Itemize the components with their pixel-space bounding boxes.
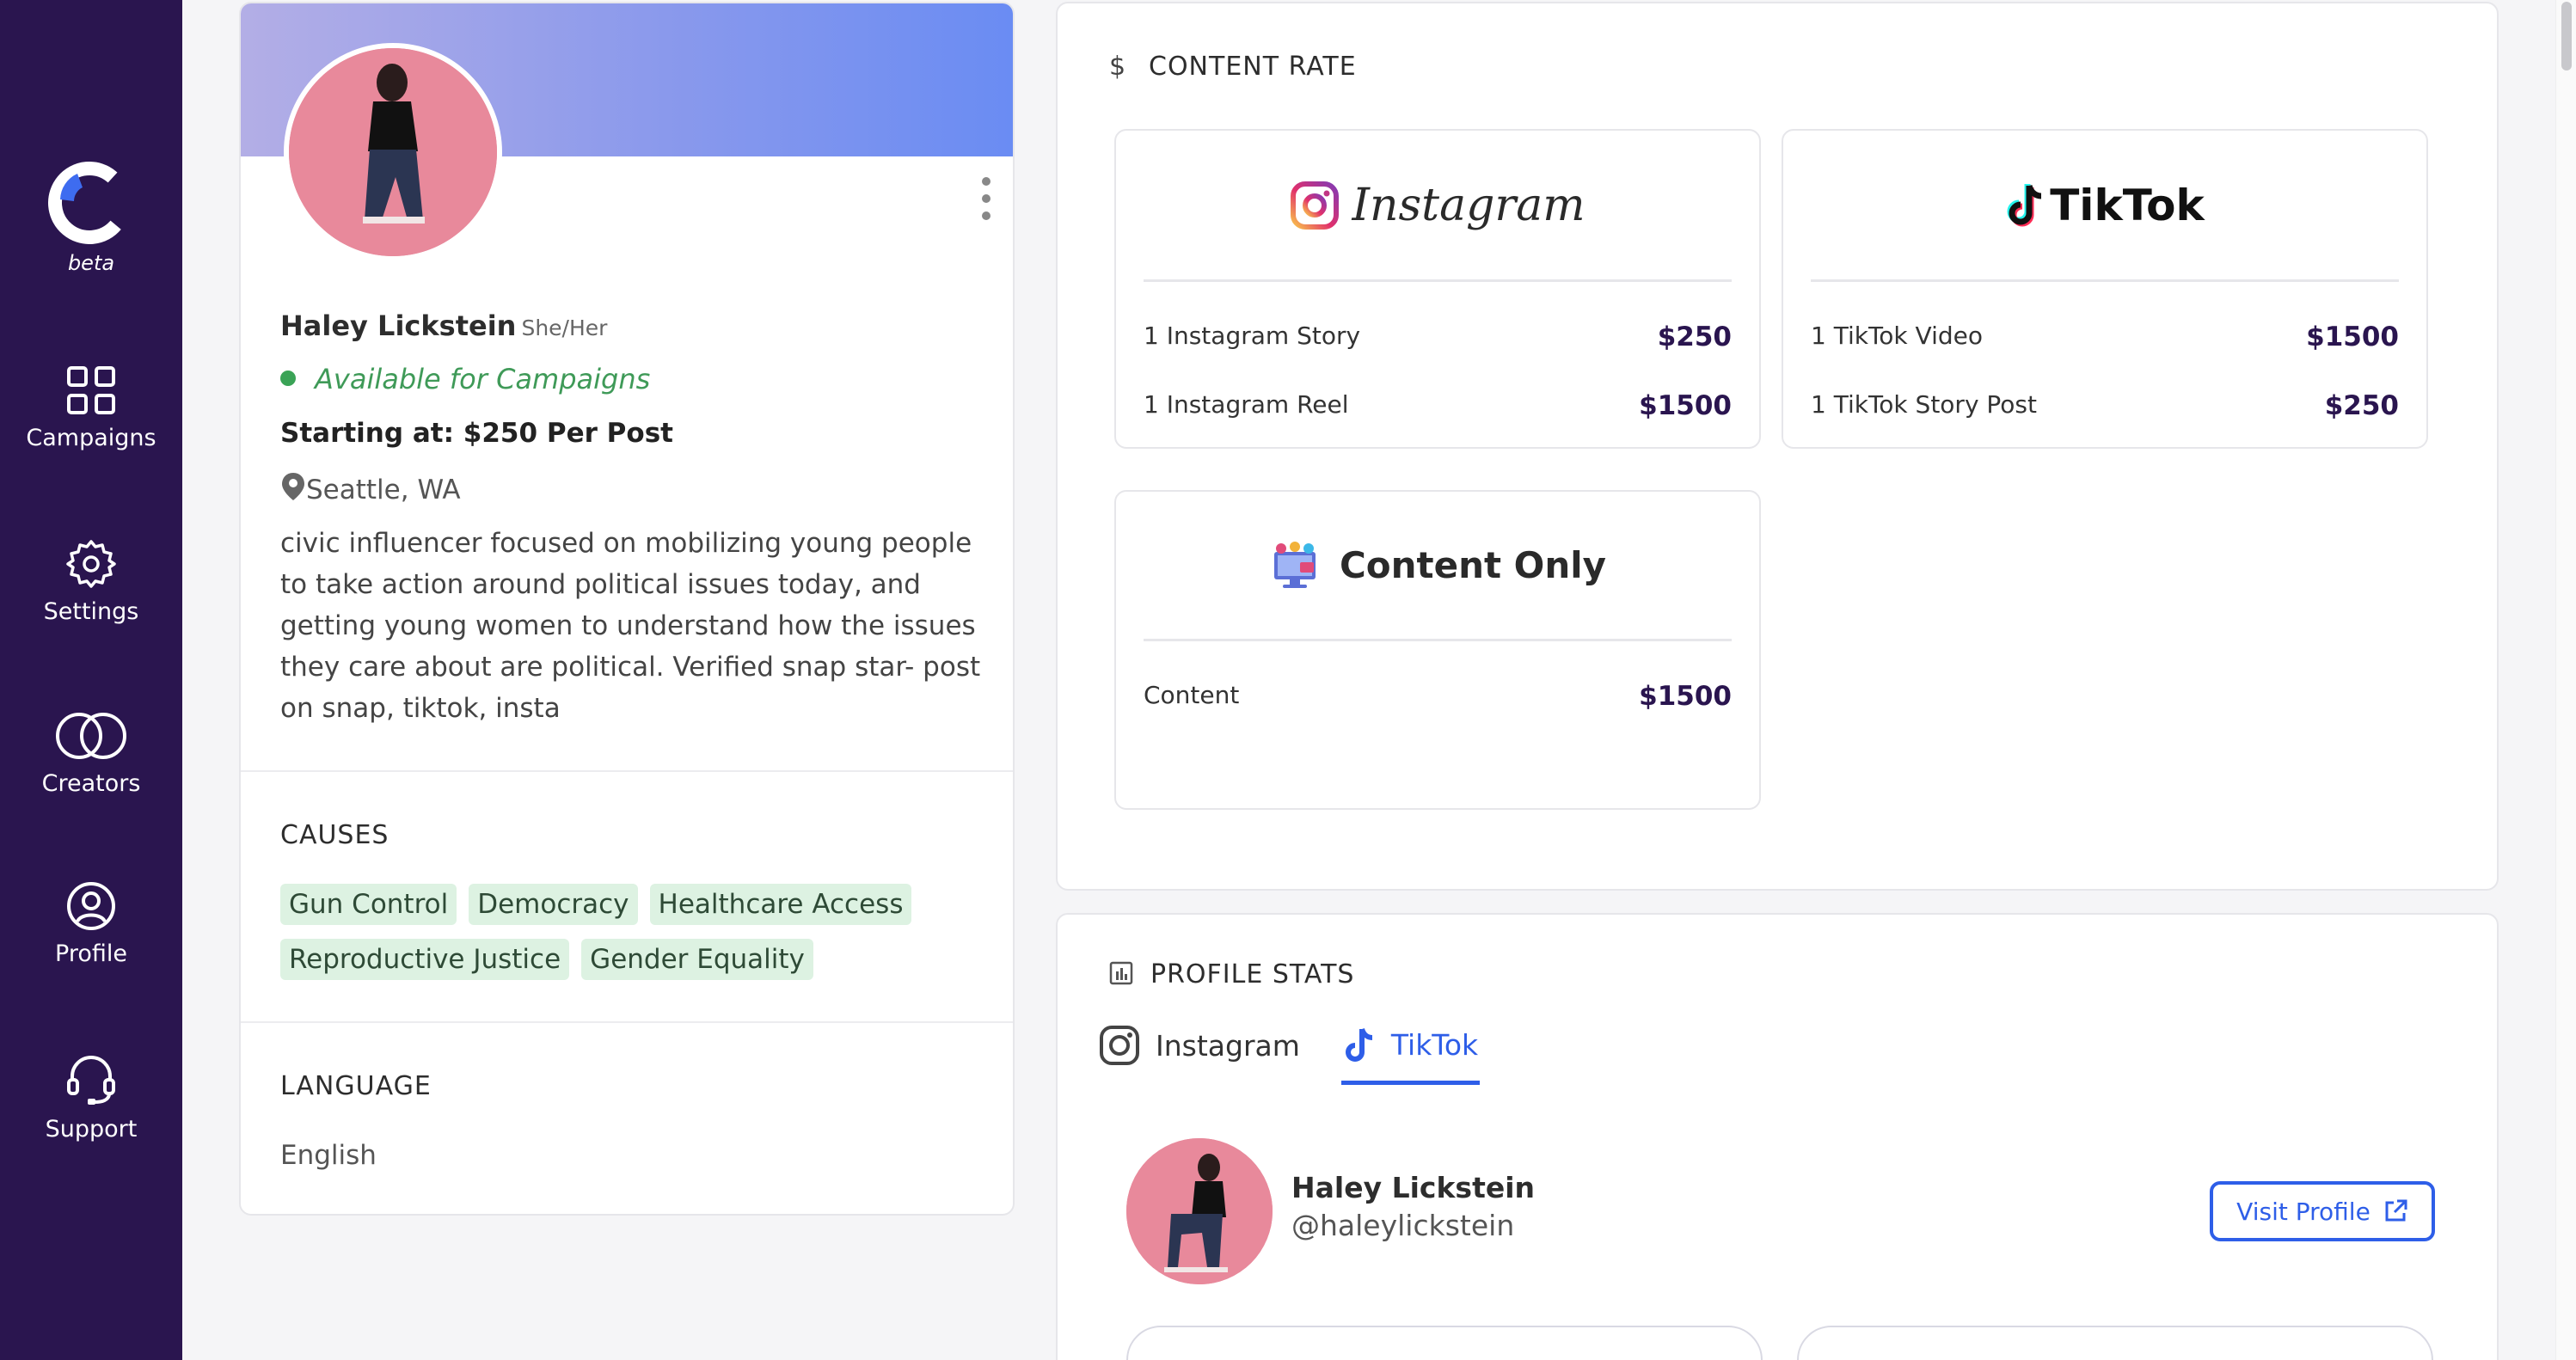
rate-row: Content $1500 <box>1144 681 1732 712</box>
user-circle-icon <box>67 882 115 930</box>
rate-label: 1 TikTok Story Post <box>1811 390 2037 419</box>
profile-card: Haley Lickstein She/Her Available for Cam… <box>239 2 1015 1216</box>
language-title: LANGUAGE <box>280 1071 432 1101</box>
account-handle: @haleylickstein <box>1291 1209 1515 1242</box>
cause-tag: Healthcare Access <box>649 884 912 925</box>
visit-profile-label: Visit Profile <box>2236 1197 2371 1226</box>
cause-tag: Gender Equality <box>581 939 813 980</box>
tiktok-rate-box: TikTok 1 TikTok Video $1500 1 TikTok Sto… <box>1782 129 2428 449</box>
content-only-title: Content Only <box>1339 544 1607 586</box>
app-logo[interactable] <box>48 162 131 244</box>
profile-stats-title: PROFILE STATS <box>1150 959 1355 989</box>
rate-price: $250 <box>2324 390 2399 421</box>
profile-pronouns: She/Her <box>521 315 608 340</box>
headset-icon <box>67 1056 115 1105</box>
tab-label: Instagram <box>1156 1028 1300 1063</box>
instagram-outline-icon <box>1100 1026 1139 1065</box>
profile-name-line: Haley Lickstein She/Her <box>280 309 607 342</box>
rate-row: 1 Instagram Reel $1500 <box>1144 390 1732 421</box>
avatar <box>284 43 502 261</box>
rate-label: 1 TikTok Video <box>1811 322 1983 350</box>
content-rate-heading: $ CONTENT RATE <box>1109 52 1357 82</box>
rate-price: $1500 <box>1639 681 1732 712</box>
more-options-icon[interactable] <box>980 175 992 225</box>
visit-profile-button[interactable]: Visit Profile <box>2210 1181 2435 1241</box>
rate-price: $1500 <box>1639 390 1732 421</box>
dollar-icon: $ <box>1109 52 1127 82</box>
tab-tiktok[interactable]: TikTok <box>1340 1025 1481 1085</box>
cause-tag: Democracy <box>469 884 638 925</box>
location-pin-icon <box>282 473 304 500</box>
profile-bio: civic influencer focused on mobilizing y… <box>280 528 981 724</box>
sidebar-item-label: Profile <box>55 940 127 967</box>
platform-tabs: Instagram TikTok <box>1099 1025 1521 1085</box>
rate-row: 1 Instagram Story $250 <box>1144 322 1732 352</box>
tiktok-header: TikTok <box>1811 131 2399 282</box>
rate-row: 1 TikTok Story Post $250 <box>1811 390 2399 421</box>
profile-stats-heading: PROFILE STATS <box>1109 959 1354 989</box>
sidebar-item-label: Settings <box>43 598 139 625</box>
overlap-circles-icon <box>56 713 126 759</box>
sidebar-item-campaigns[interactable]: Campaigns <box>0 365 182 451</box>
instagram-wordmark: Instagram <box>1352 179 1585 231</box>
rate-price: $250 <box>1657 322 1732 352</box>
account-name: Haley Lickstein <box>1291 1171 1536 1204</box>
cause-tag: Gun Control <box>280 884 457 925</box>
causes-title: CAUSES <box>280 820 389 850</box>
rate-label: 1 Instagram Story <box>1144 322 1361 350</box>
instagram-header: Instagram <box>1144 131 1732 282</box>
scrollbar-thumb[interactable] <box>2561 2 2572 70</box>
instagram-icon <box>1291 181 1340 230</box>
sidebar-item-settings[interactable]: Settings <box>0 538 182 625</box>
content-only-rate-box: Content Only Content $1500 <box>1114 490 1761 810</box>
tab-instagram[interactable]: Instagram <box>1099 1025 1300 1085</box>
tiktok-outline-icon <box>1345 1027 1373 1062</box>
starting-price: Starting at: $250 Per Post <box>280 418 673 449</box>
divider <box>241 1021 1013 1023</box>
page-scrollbar[interactable] <box>2555 0 2576 1360</box>
sidebar-item-label: Support <box>45 1116 138 1143</box>
tab-label: TikTok <box>1390 1028 1479 1062</box>
stats-metric-card <box>1797 1326 2433 1360</box>
status-dot-icon <box>280 371 296 386</box>
rate-label: Content <box>1144 681 1240 709</box>
grid-icon <box>67 366 115 414</box>
sidebar-item-creators[interactable]: Creators <box>0 710 182 797</box>
profile-name: Haley Lickstein <box>280 309 517 342</box>
gear-icon <box>66 540 116 588</box>
cause-tag: Reproductive Justice <box>280 939 570 980</box>
content-only-header: Content Only <box>1144 492 1732 641</box>
sidebar-item-support[interactable]: Support <box>0 1052 182 1143</box>
beta-label: beta <box>67 251 115 275</box>
availability-status: Available for Campaigns <box>280 363 650 395</box>
content-rate-card: $ CONTENT RATE Instagram 1 Instagram Stor… <box>1056 2 2499 891</box>
causes-tags: Gun Control Democracy Healthcare Access Rep… <box>280 884 985 994</box>
external-link-icon <box>2385 1199 2407 1222</box>
location: Seattle, WA <box>280 471 461 505</box>
instagram-rate-box: Instagram 1 Instagram Story $250 1 Insta… <box>1114 129 1761 449</box>
availability-text: Available for Campaigns <box>315 363 651 395</box>
content-rate-title: CONTENT RATE <box>1149 52 1357 82</box>
tiktok-icon <box>2007 183 2042 226</box>
stats-metric-card <box>1126 1326 1763 1360</box>
divider <box>241 770 1013 772</box>
bar-chart-icon <box>1109 961 1133 985</box>
tiktok-wordmark: TikTok <box>2050 180 2205 230</box>
rate-price: $1500 <box>2306 322 2399 352</box>
profile-stats-card: PROFILE STATS Instagram TikTok Haley Lic <box>1056 913 2499 1360</box>
location-text: Seattle, WA <box>306 475 461 505</box>
sidebar: beta Campaigns Settings Creators Profile <box>0 0 182 1360</box>
sidebar-item-label: Campaigns <box>26 425 156 451</box>
rate-label: 1 Instagram Reel <box>1144 390 1349 419</box>
rate-row: 1 TikTok Video $1500 <box>1811 322 2399 352</box>
sidebar-item-label: Creators <box>41 770 141 797</box>
language-value: English <box>280 1140 377 1171</box>
sidebar-item-profile[interactable]: Profile <box>0 880 182 967</box>
content-creation-icon <box>1273 541 1316 588</box>
account-avatar <box>1126 1138 1273 1284</box>
